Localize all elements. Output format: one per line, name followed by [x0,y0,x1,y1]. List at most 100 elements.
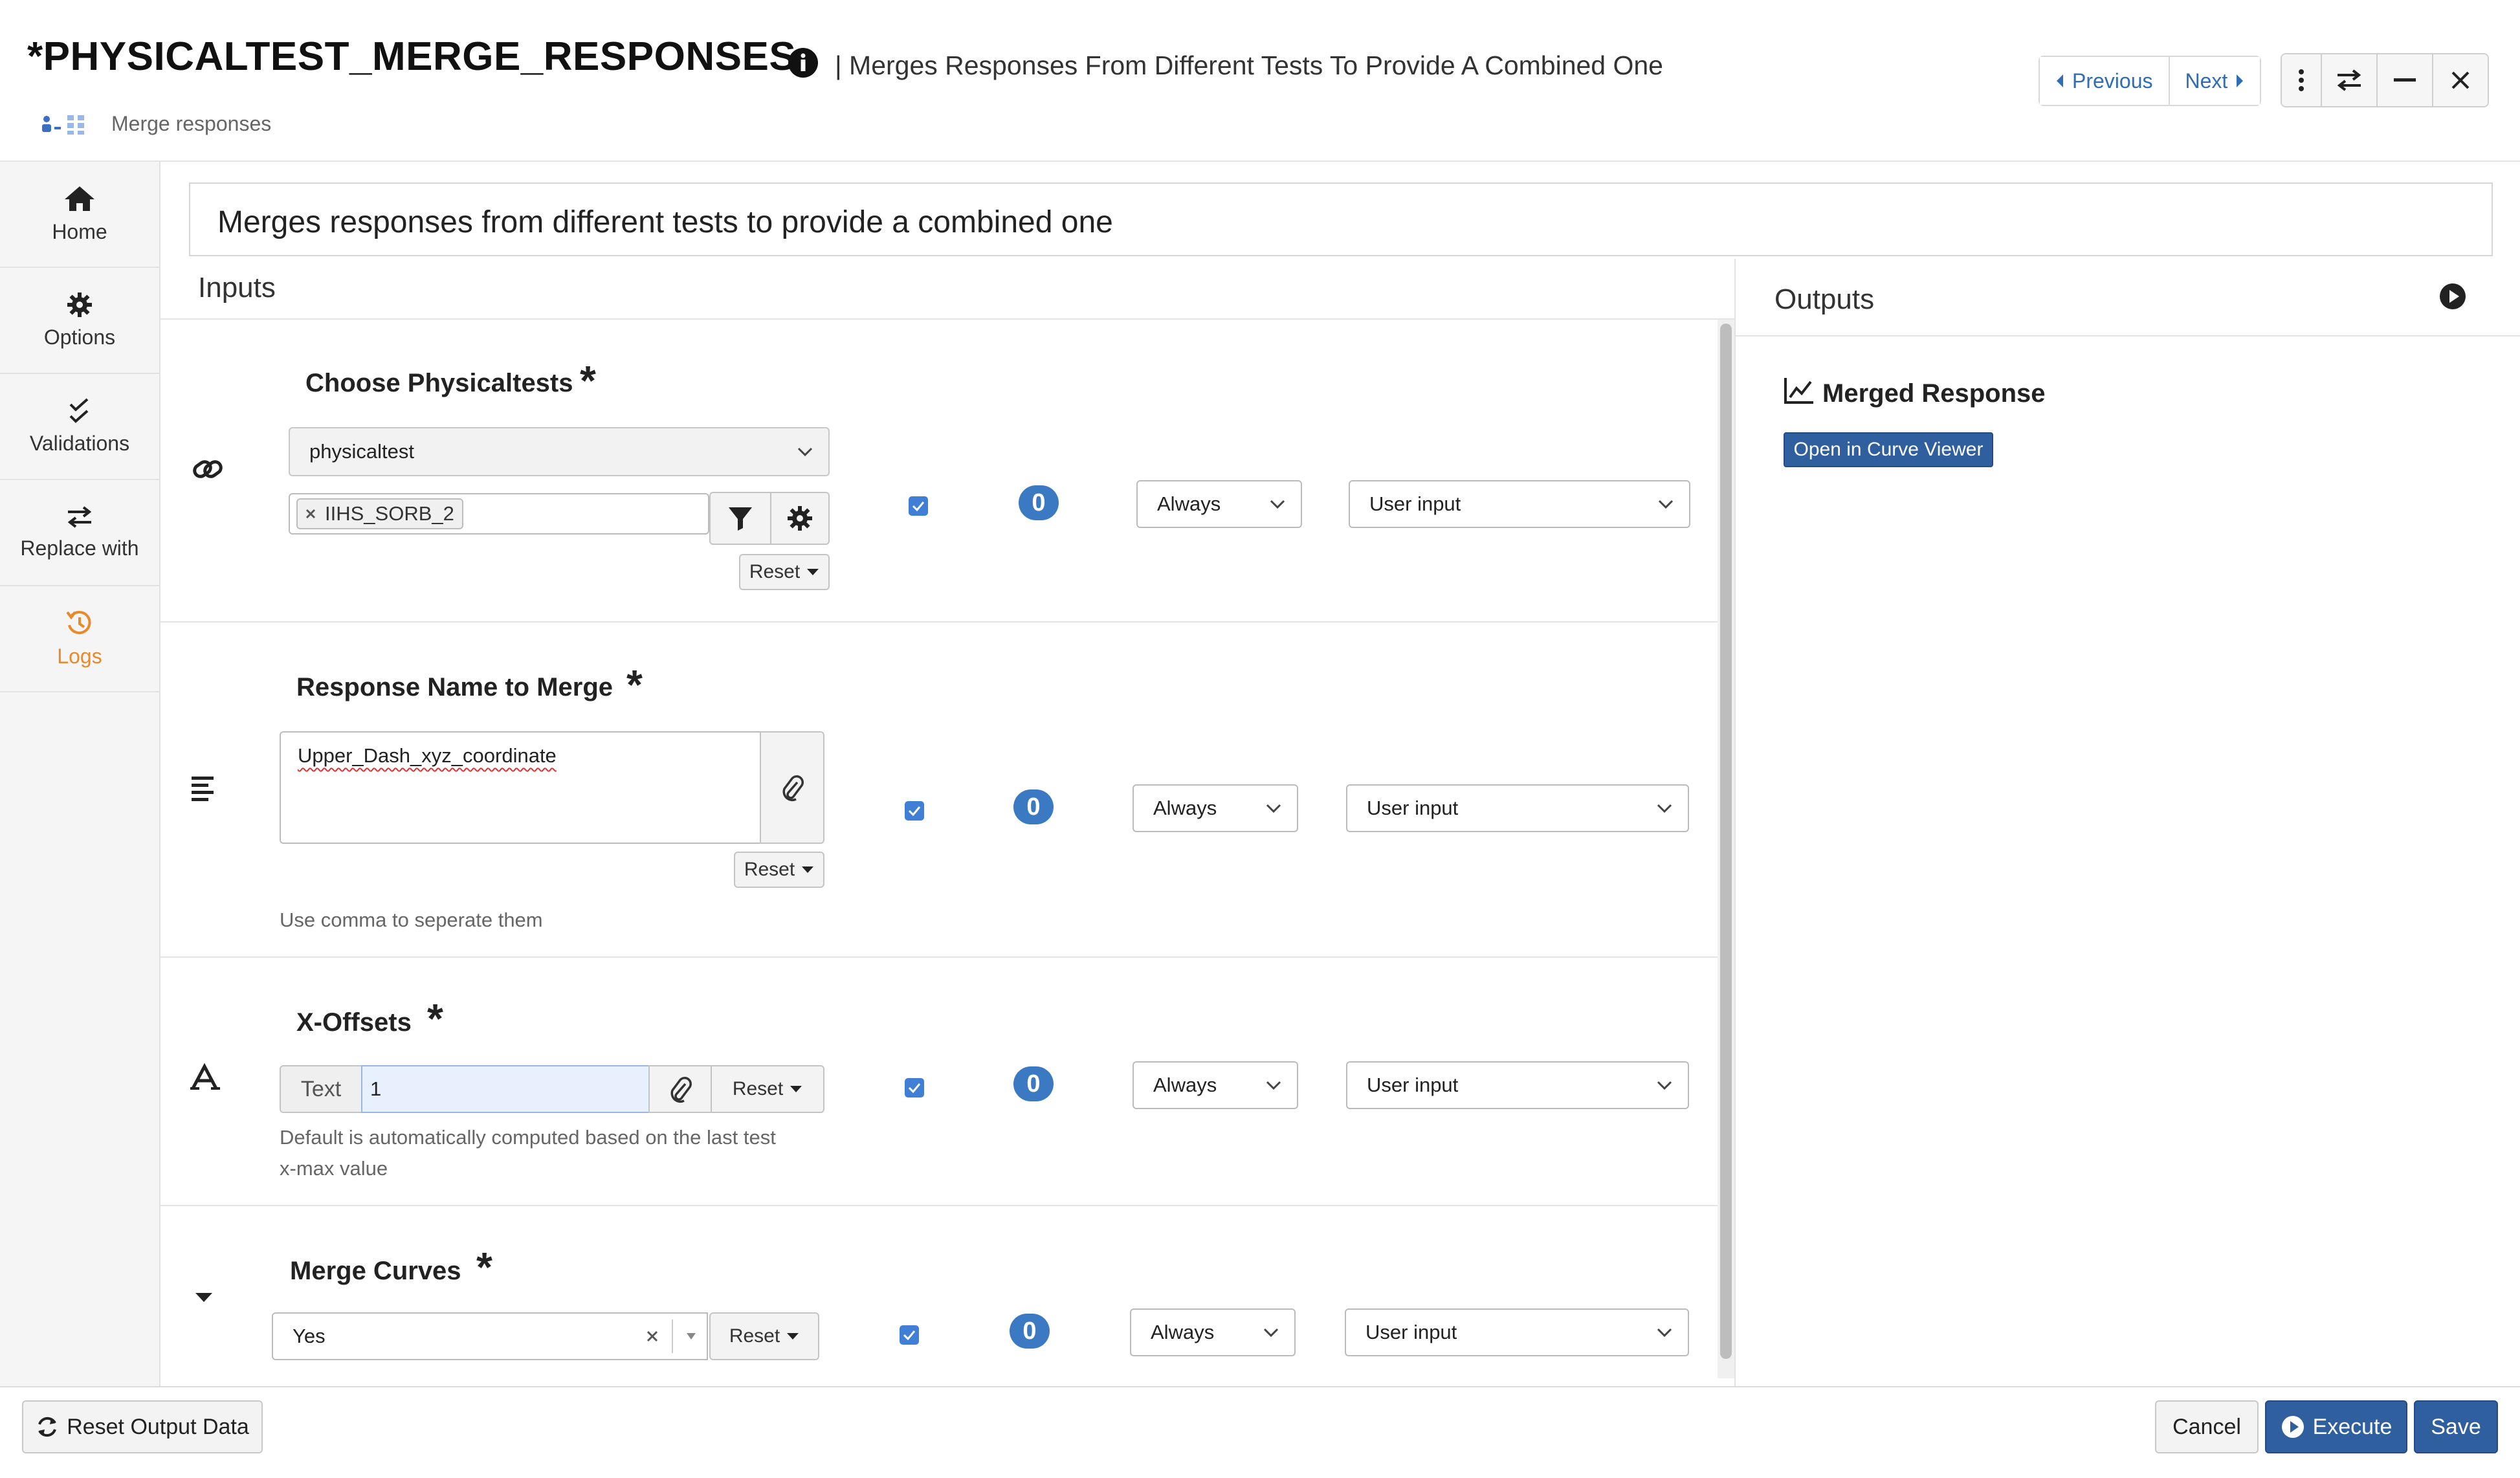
filter-button[interactable] [709,492,771,545]
scrollbar-thumb[interactable] [1720,324,1732,1359]
enabled-checkbox[interactable] [909,496,928,516]
swap-button[interactable] [2321,54,2376,106]
mode-select[interactable]: Always [1136,480,1302,528]
field-label: Merge Curves [290,1257,461,1285]
chevron-down-icon [1657,803,1672,813]
chevron-down-icon [1266,803,1281,813]
help-text-line-2: x-max value [280,1157,388,1180]
gear-icon [67,292,93,318]
enabled-checkbox[interactable] [905,801,924,821]
help-text: Use comma to seperate them [280,909,543,931]
open-curve-viewer-button[interactable]: Open in Curve Viewer [1784,432,1993,467]
workflow-icon [39,111,93,137]
play-icon[interactable] [2438,282,2467,311]
window-controls [2281,53,2489,107]
checkmark-icon [908,1083,921,1093]
reset-button[interactable]: Reset [739,554,830,590]
inputs-heading: Inputs [198,272,276,303]
panel-divider [1734,259,1736,1386]
chevron-down-icon [1657,1327,1672,1338]
row-divider [160,621,1718,623]
home-icon [63,185,96,212]
close-icon [2451,71,2470,90]
count-badge: 0 [1013,789,1054,824]
caret-left-icon [2055,74,2064,88]
field-label: X-Offsets [296,1008,412,1037]
required-marker: * [580,357,596,404]
count-badge: 0 [1019,485,1059,520]
record-navigation: Previous Next [2039,56,2262,106]
caret-right-icon [2235,74,2244,88]
info-icon[interactable] [787,47,819,79]
history-icon [66,610,93,637]
reset-button[interactable]: Reset [709,1312,819,1360]
source-select[interactable]: User input [1345,1308,1689,1356]
enabled-checkbox[interactable] [900,1325,919,1345]
caret-down-icon [801,865,814,874]
chevron-down-icon [1657,1080,1672,1090]
enabled-checkbox[interactable] [905,1078,924,1097]
clear-icon[interactable] [646,1330,659,1343]
settings-button[interactable] [770,492,830,545]
caret-down-icon [806,568,819,577]
swap-icon [65,505,94,529]
caret-down-icon [188,1281,220,1314]
description-field[interactable]: Merges responses from different tests to… [189,182,2493,256]
help-text-line-1: Default is automatically computed based … [280,1126,776,1149]
output-name: Merged Response [1822,379,2046,408]
outputs-heading: Outputs [1774,283,1875,315]
sidebar-item-validations[interactable]: Validations [0,374,159,480]
reset-output-button[interactable]: Reset Output Data [22,1400,263,1453]
sidebar-item-logs[interactable]: Logs [0,586,159,692]
count-badge: 0 [1010,1314,1050,1349]
link-icon [192,453,224,485]
source-select[interactable]: User input [1346,1061,1689,1109]
next-button[interactable]: Next [2168,57,2260,105]
mode-select[interactable]: Always [1133,1061,1298,1109]
reset-button[interactable]: Reset [711,1065,824,1113]
merge-curves-select[interactable]: Yes [272,1312,708,1360]
more-options-button[interactable] [2282,54,2321,106]
chevron-down-icon [797,447,813,457]
save-button[interactable]: Save [2414,1400,2498,1453]
kebab-icon [2298,69,2304,92]
filter-icon [727,506,753,531]
breadcrumb[interactable]: Merge responses [111,112,271,136]
outputs-divider [1736,335,2520,336]
checkmark-icon [903,1330,916,1340]
physicaltest-type-select[interactable]: physicaltest [289,427,830,476]
source-select[interactable]: User input [1346,784,1689,832]
source-select[interactable]: User input [1349,480,1690,528]
mode-select[interactable]: Always [1133,784,1298,832]
reset-button[interactable]: Reset [734,852,824,888]
x-offsets-input[interactable]: 1 [361,1065,650,1113]
row-divider [160,956,1718,958]
close-button[interactable] [2432,54,2488,106]
required-marker: * [626,661,643,708]
checks-icon [67,398,93,424]
count-badge: 0 [1013,1066,1054,1101]
attach-button[interactable] [648,1065,712,1113]
row-divider [160,1205,1718,1206]
swap-icon [2335,69,2363,92]
line-chart-icon [1784,377,1815,405]
previous-button[interactable]: Previous [2040,57,2169,105]
field-label: Response Name to Merge [296,673,613,701]
chevron-down-icon [1263,1327,1279,1338]
chevron-down-icon [1270,499,1285,509]
minimize-button[interactable] [2376,54,2432,106]
chevron-down-icon [1658,499,1674,509]
required-marker: * [427,995,443,1042]
response-name-textarea[interactable]: Upper_Dash_xyz_coordinate [280,731,761,844]
tag-remove-icon[interactable] [305,509,316,519]
execute-button[interactable]: Execute [2265,1400,2407,1453]
caret-down-icon [786,1332,799,1341]
attach-button[interactable] [760,731,824,844]
sidebar-item-home[interactable]: Home [0,162,159,268]
cancel-button[interactable]: Cancel [2155,1400,2259,1453]
sidebar-item-replace-with[interactable]: Replace with [0,480,159,586]
page-title: *PHYSICALTEST_MERGE_RESPONSES [27,34,797,79]
paperclip-icon [669,1075,692,1103]
sidebar-item-options[interactable]: Options [0,268,159,374]
mode-select[interactable]: Always [1130,1308,1296,1356]
